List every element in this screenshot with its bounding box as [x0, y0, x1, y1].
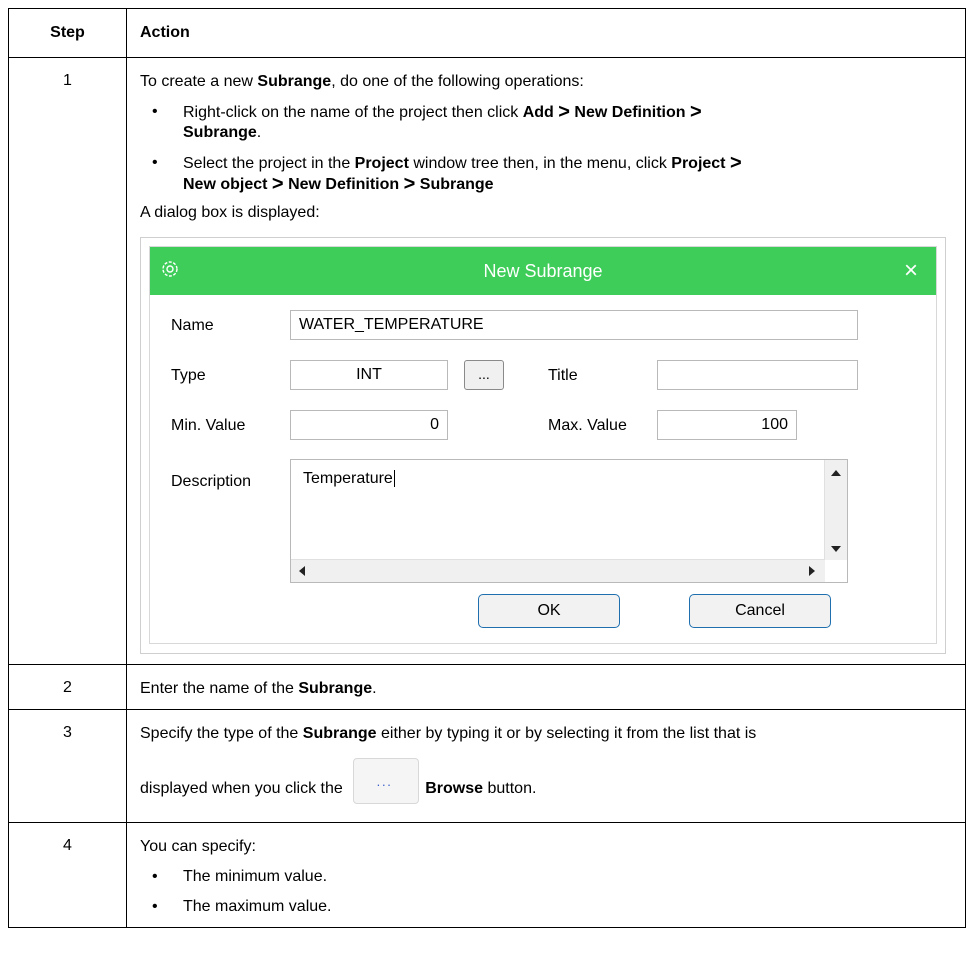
text: Enter the name of the	[140, 680, 299, 697]
max-value-field[interactable]: 100	[657, 410, 797, 440]
name-label: Name	[171, 317, 214, 334]
row3-line2: displayed when you click the ··· Browse b…	[140, 758, 953, 812]
type-field[interactable]: INT	[290, 360, 448, 390]
row2-text: Enter the name of the Subrange.	[140, 679, 953, 699]
bold-text: Browse	[425, 780, 484, 798]
scroll-down-icon[interactable]	[831, 546, 841, 552]
min-value-label: Min. Value	[171, 417, 246, 434]
action-cell: Specify the type of the Subrange either …	[126, 709, 966, 823]
title-label: Title	[548, 367, 578, 384]
arrow-icon: >	[729, 152, 742, 174]
dialog-title-bar: New Subrange ×	[150, 247, 936, 295]
menu-path-subrange: Subrange	[419, 176, 494, 193]
browse-button-icon: ···	[353, 758, 420, 804]
new-subrange-dialog: New Subrange × Name WATER_TEMPERATURE Ty…	[149, 246, 937, 644]
arrow-icon: >	[403, 173, 416, 195]
steps-table: Step Action 1 To create a new Subrange, …	[8, 8, 966, 928]
text: , do one of the following operations:	[331, 73, 584, 90]
menu-path-add: Add	[522, 104, 554, 121]
text: button.	[483, 780, 537, 798]
menu-path-new-object: New object	[183, 176, 268, 193]
text: .	[256, 124, 262, 141]
close-icon[interactable]: ×	[904, 257, 918, 285]
header-row: Step Action	[8, 8, 966, 58]
text: Specify the type of the	[140, 725, 303, 742]
scroll-right-icon[interactable]	[809, 566, 815, 576]
bold-text: Subrange	[257, 73, 332, 90]
step-number: 1	[8, 57, 127, 665]
row4-intro: You can specify:	[140, 838, 256, 855]
scroll-left-icon[interactable]	[299, 566, 305, 576]
type-label: Type	[171, 367, 206, 384]
text: either by typing it or by selecting it f…	[376, 725, 757, 742]
dialog-note: A dialog box is displayed:	[140, 204, 320, 221]
row3-line1: Specify the type of the Subrange either …	[140, 724, 953, 744]
browse-button[interactable]: ...	[464, 360, 504, 390]
menu-path-subrange: Subrange	[183, 124, 257, 141]
bold-text: Subrange	[302, 725, 377, 742]
list-item: Right-click on the name of the project t…	[140, 102, 953, 143]
description-text: Temperature	[303, 470, 395, 488]
spec-list: The minimum value. The maximum value.	[140, 867, 953, 917]
action-cell: To create a new Subrange, do one of the …	[126, 57, 966, 665]
text: .	[372, 680, 377, 697]
list-item: The minimum value.	[140, 867, 953, 887]
description-textarea[interactable]: Temperature	[290, 459, 848, 583]
ok-button[interactable]: OK	[478, 594, 620, 628]
cancel-button[interactable]: Cancel	[689, 594, 831, 628]
vertical-scrollbar[interactable]	[824, 460, 847, 560]
arrow-icon: >	[271, 173, 284, 195]
operations-list: Right-click on the name of the project t…	[140, 102, 953, 195]
step-number: 3	[8, 709, 127, 823]
arrow-icon: >	[558, 101, 570, 123]
text: window tree then, in the menu, click	[408, 155, 672, 172]
menu-path-new-definition: New Definition	[574, 104, 686, 121]
title-field[interactable]	[657, 360, 858, 390]
table-row: 4 You can specify: The minimum value. Th…	[8, 822, 966, 928]
action-cell: Enter the name of the Subrange.	[126, 664, 966, 710]
list-item: The maximum value.	[140, 897, 953, 917]
min-value-field[interactable]: 0	[290, 410, 448, 440]
dialog-screenshot-frame: New Subrange × Name WATER_TEMPERATURE Ty…	[140, 237, 946, 654]
bold-text: Project	[354, 155, 409, 172]
action-cell: You can specify: The minimum value. The …	[126, 822, 966, 928]
description-value: Temperature	[303, 470, 393, 487]
menu-path-new-definition: New Definition	[288, 176, 400, 193]
text: To create a new	[140, 73, 258, 90]
step-number: 4	[8, 822, 127, 928]
table-row: 2 Enter the name of the Subrange.	[8, 664, 966, 710]
text: Select the project in the	[183, 155, 355, 172]
name-field[interactable]: WATER_TEMPERATURE	[290, 310, 858, 340]
description-label: Description	[171, 473, 252, 490]
dialog-title: New Subrange	[483, 261, 603, 281]
header-step: Step	[8, 8, 127, 58]
table-row: 3 Specify the type of the Subrange eithe…	[8, 709, 966, 823]
step-number: 2	[8, 664, 127, 710]
max-value-label: Max. Value	[548, 417, 627, 434]
arrow-icon: >	[689, 101, 702, 123]
scroll-up-icon[interactable]	[831, 470, 841, 476]
row1-intro: To create a new Subrange, do one of the …	[140, 72, 953, 92]
ellipsis-icon: ···	[376, 777, 393, 792]
horizontal-scrollbar[interactable]	[291, 559, 825, 582]
menu-path-project: Project	[671, 155, 726, 172]
header-action: Action	[126, 8, 966, 58]
text-cursor	[393, 470, 395, 487]
list-item: Select the project in the Project window…	[140, 153, 953, 195]
bold-text: Subrange	[298, 680, 373, 697]
text: displayed when you click the	[140, 780, 348, 798]
page: Step Action 1 To create a new Subrange, …	[0, 0, 971, 980]
text: Right-click on the name of the project t…	[183, 104, 523, 121]
table-row: 1 To create a new Subrange, do one of th…	[8, 57, 966, 665]
